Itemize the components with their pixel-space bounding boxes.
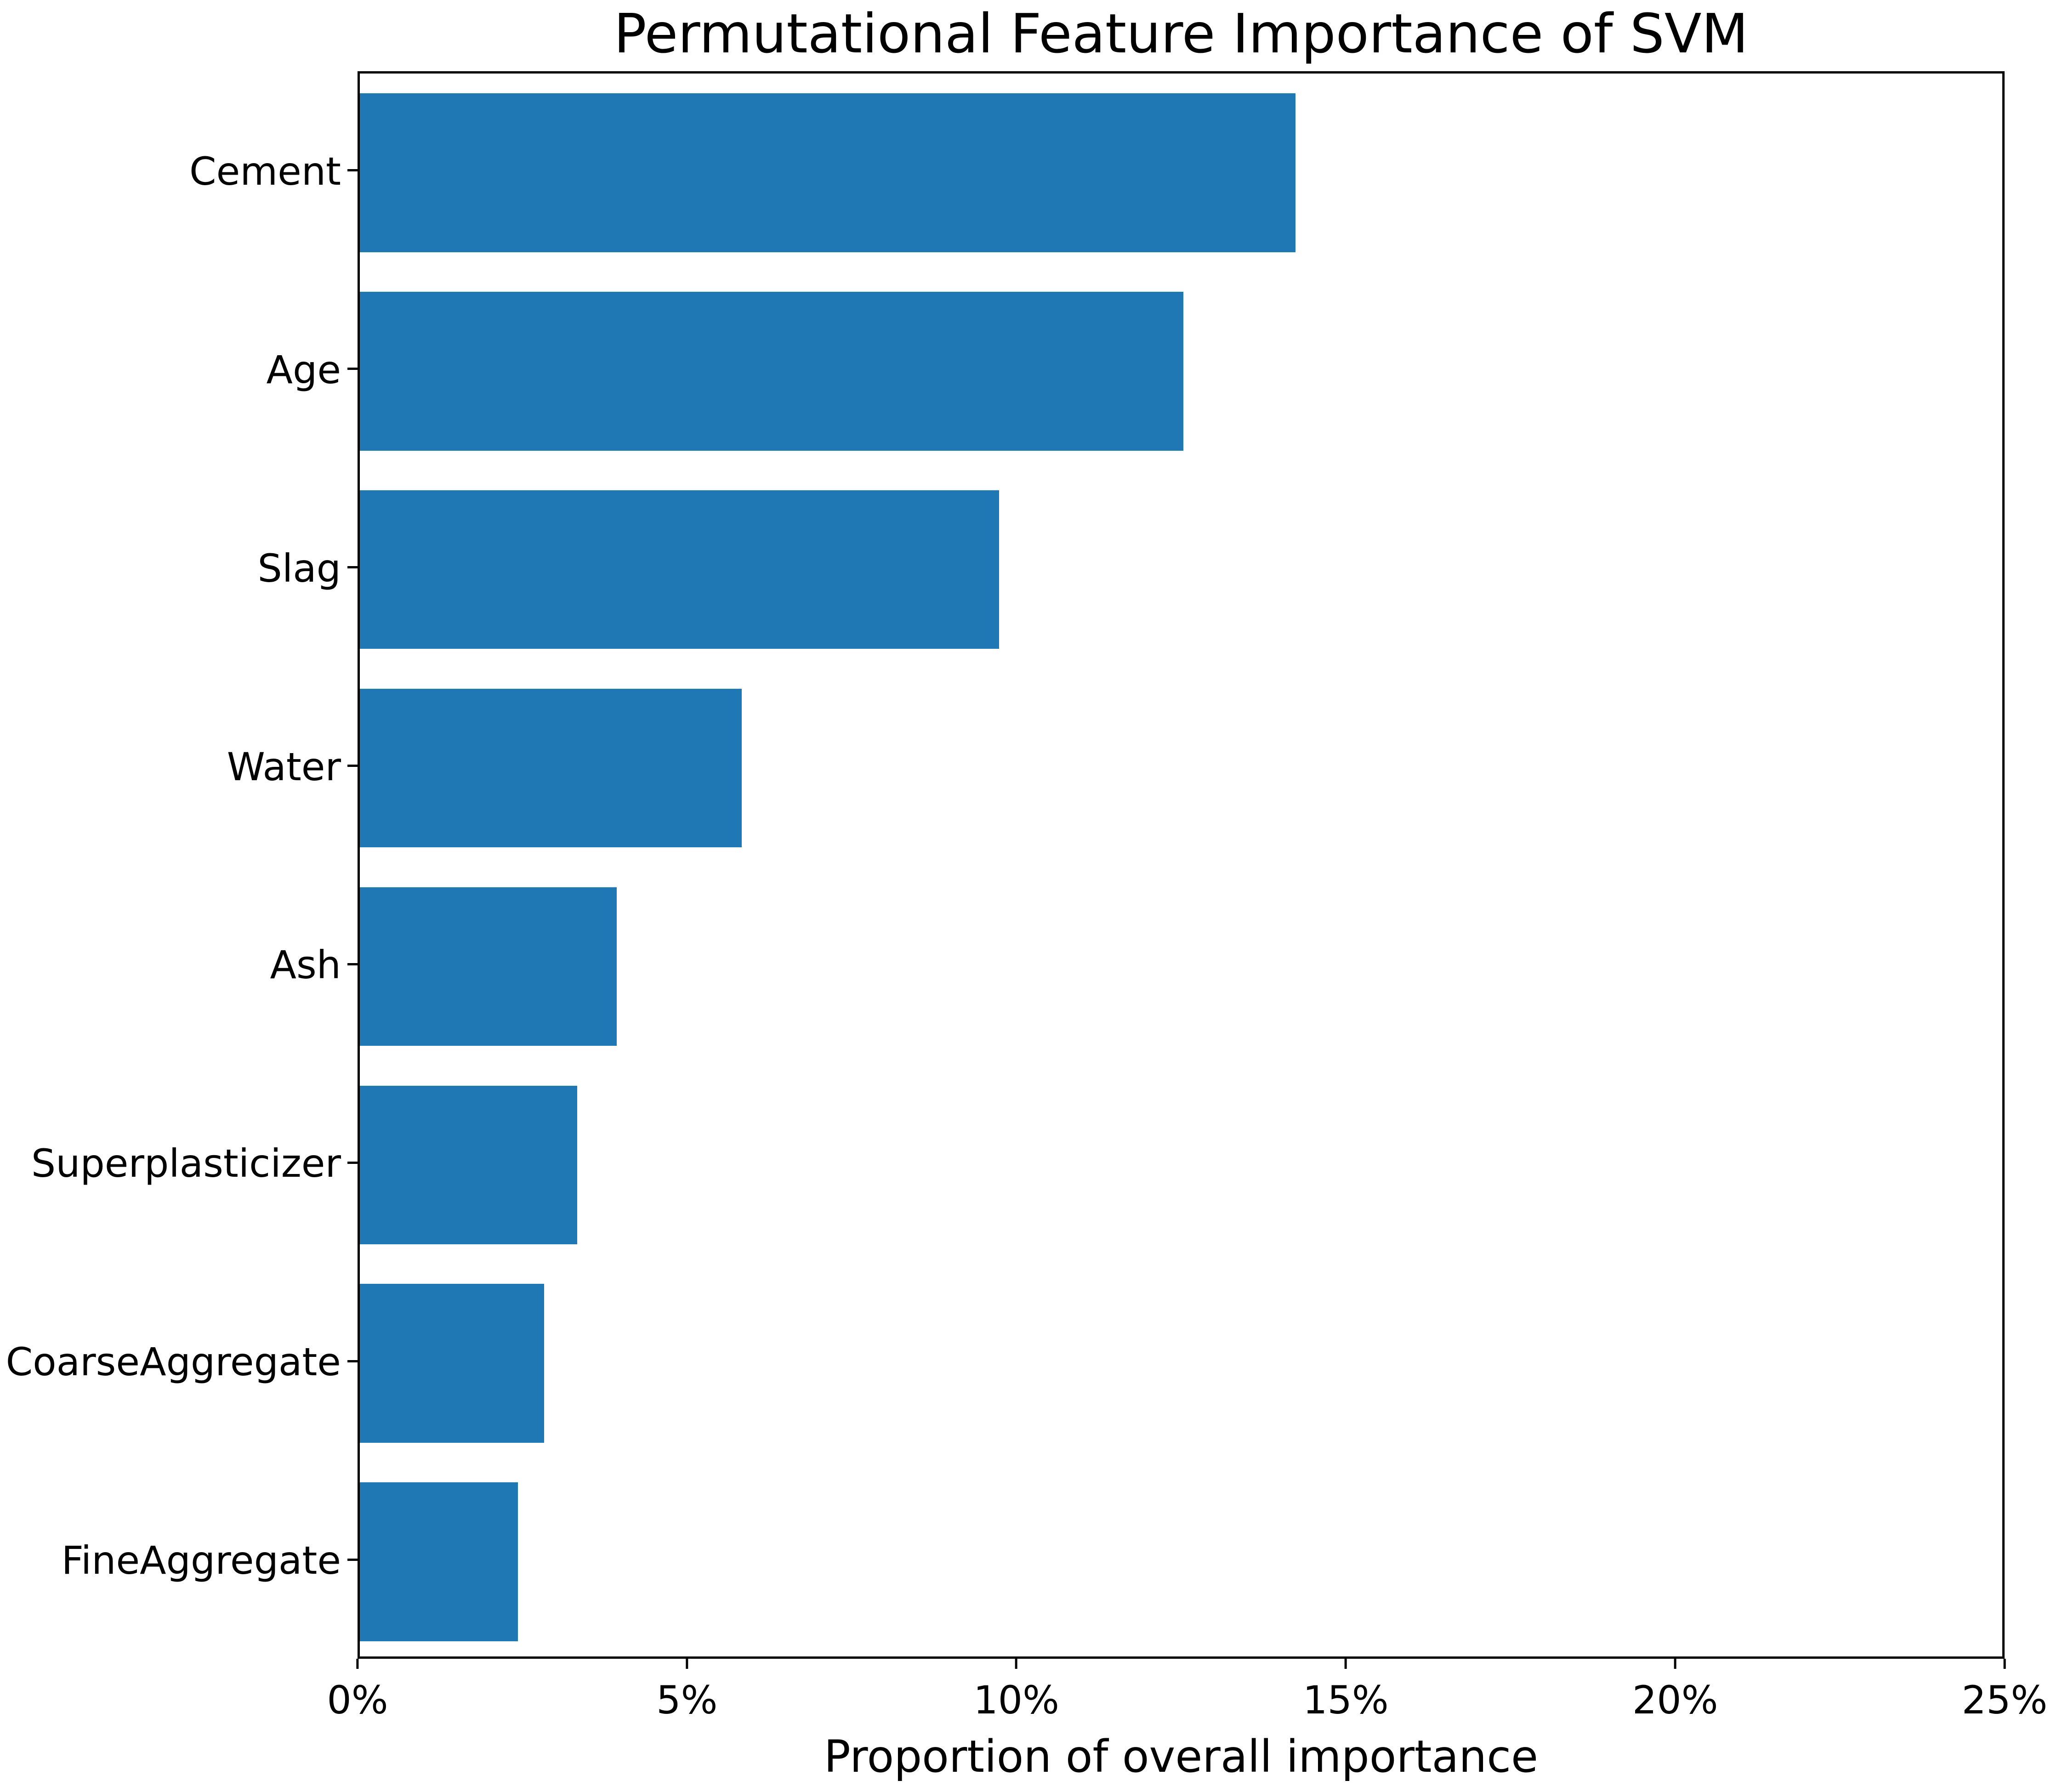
x-tick-mark [356, 1659, 359, 1669]
y-tick-mark [347, 1558, 358, 1561]
x-tick-mark [2003, 1659, 2006, 1669]
x-tick-0pct: 0% [327, 1659, 388, 1721]
bar-superplasticizer [360, 1085, 578, 1245]
y-tick-mark [347, 368, 358, 370]
y-tick-label: CoarseAggregate [6, 1339, 341, 1385]
chart-figure: Permutational Feature Importance of SVM … [0, 0, 2068, 1792]
x-axis-label: Proportion of overall importance [824, 1731, 1539, 1782]
y-tick-label: Water [227, 744, 341, 789]
x-tick-label: 25% [1961, 1678, 2048, 1723]
bar-cement [360, 93, 1295, 252]
x-tick-mark [1015, 1659, 1018, 1669]
y-tick-label: Cement [189, 148, 341, 194]
x-tick-5pct: 5% [656, 1659, 717, 1721]
x-tick-20pct: 20% [1632, 1659, 1718, 1721]
y-tick-mark [347, 963, 358, 965]
x-tick-mark [1344, 1659, 1347, 1669]
bar-fineaggregate [360, 1482, 518, 1641]
x-tick-label: 5% [656, 1678, 718, 1723]
y-tick-mark [347, 1360, 358, 1362]
y-tick-label: Slag [257, 545, 341, 591]
y-tick-mark [347, 1161, 358, 1164]
y-tick-label: Ash [270, 942, 341, 988]
x-tick-10pct: 10% [973, 1659, 1059, 1721]
y-tick-label: FineAggregate [61, 1538, 341, 1583]
x-tick-label: 15% [1303, 1678, 1389, 1723]
x-tick-25pct: 25% [1961, 1659, 2048, 1723]
x-tick-label: 20% [1632, 1678, 1718, 1723]
x-tick-mark [686, 1659, 688, 1669]
x-tick-label: 0% [327, 1678, 388, 1723]
bar-age [360, 292, 1183, 451]
bar-water [360, 688, 742, 848]
y-tick-label: Superplasticizer [31, 1141, 341, 1186]
bars-layer [360, 74, 2002, 1656]
x-tick-15pct: 15% [1303, 1659, 1389, 1721]
chart-title: Permutational Feature Importance of SVM [614, 2, 1749, 65]
y-tick-mark [347, 566, 358, 569]
bar-coarseaggregate [360, 1284, 545, 1443]
x-tick-label: 10% [973, 1678, 1059, 1723]
bar-slag [360, 490, 999, 649]
y-tick-mark [347, 765, 358, 767]
y-tick-label: Age [266, 347, 341, 392]
bar-ash [360, 887, 617, 1046]
plot-area [358, 71, 2005, 1659]
y-tick-mark [347, 169, 358, 172]
x-tick-mark [1674, 1659, 1676, 1669]
y-axis-ticks: Cement Age Slag Water Ash Superplasticizer Coa… [0, 71, 358, 1659]
